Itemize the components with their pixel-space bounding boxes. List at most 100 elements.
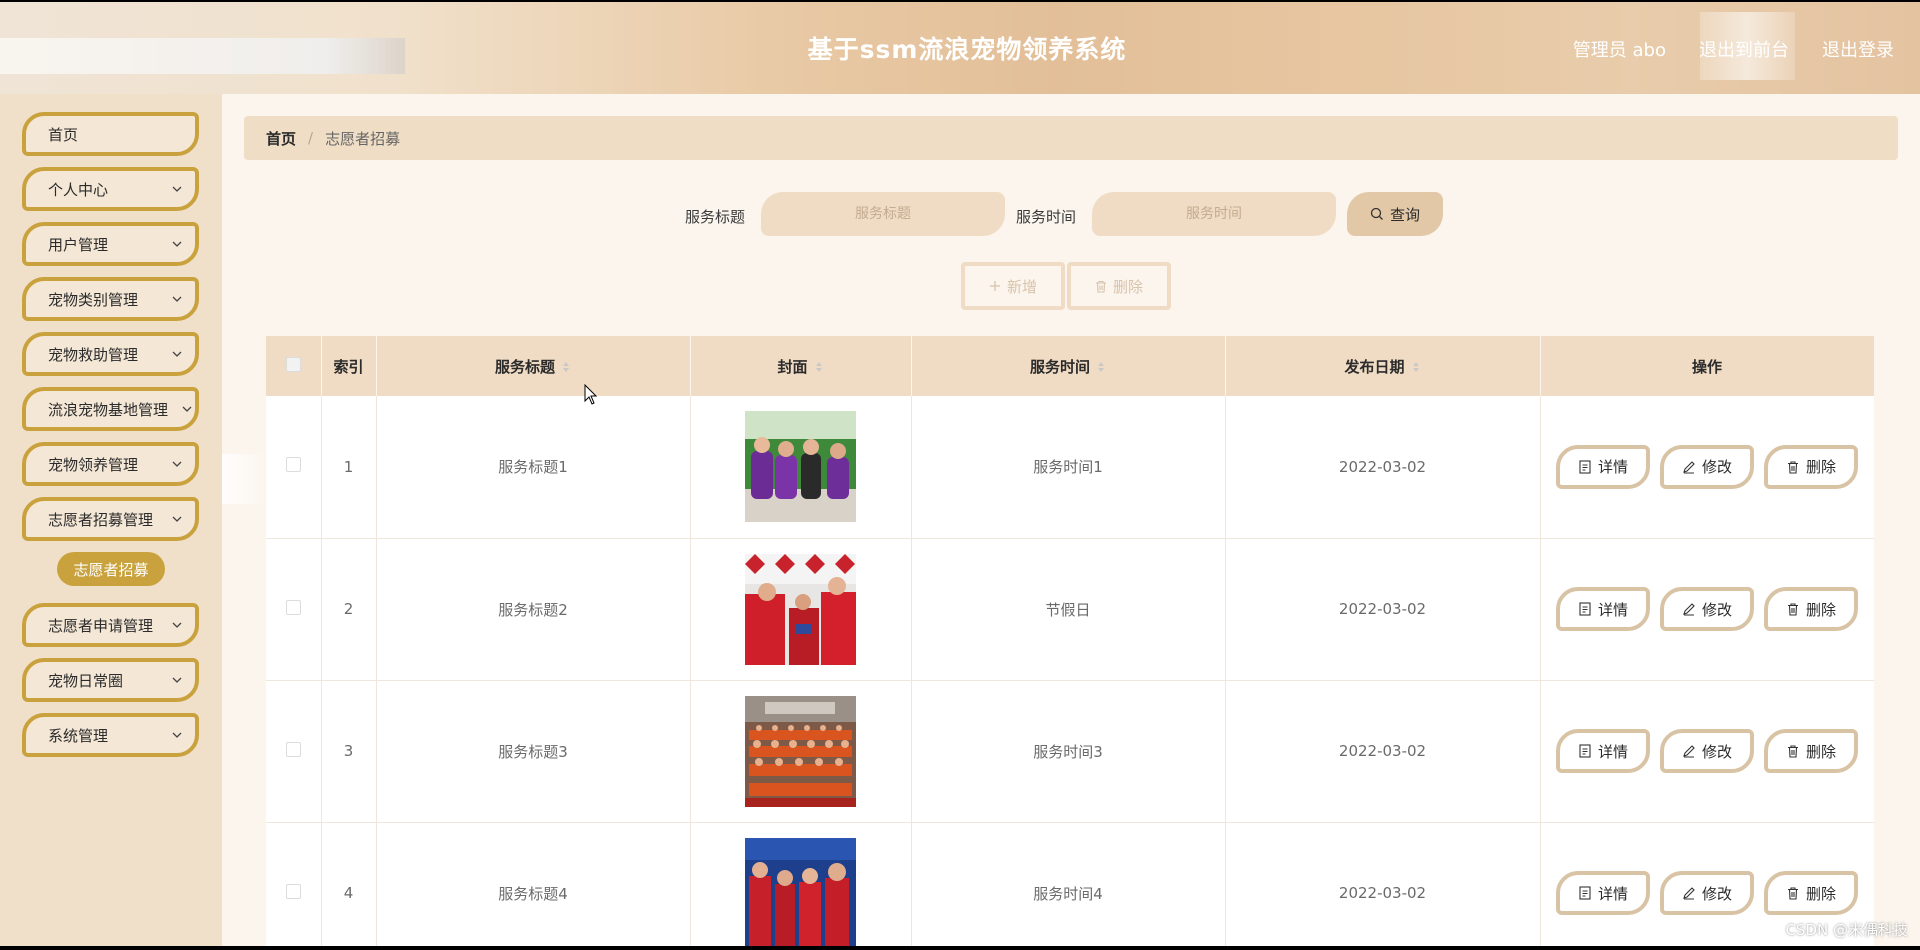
data-table: 索引 服务标题 封面 服务时间 发布日期 操作 1 服务标题1 服务时间1 20… — [266, 336, 1874, 946]
edit-icon — [1683, 745, 1695, 758]
sidebar-item-label: 宠物日常圈 — [48, 671, 124, 690]
detail-button-label: 详情 — [1597, 458, 1628, 477]
detail-button[interactable]: 详情 — [1556, 587, 1650, 631]
select-all-checkbox[interactable] — [285, 356, 301, 372]
row-checkbox[interactable] — [285, 883, 301, 899]
detail-button[interactable]: 详情 — [1556, 871, 1650, 915]
time-search-input[interactable] — [1092, 192, 1336, 236]
sort-icon[interactable] — [1411, 360, 1421, 374]
cover-image[interactable] — [745, 695, 856, 807]
sidebar: 首页 个人中心 用户管理 宠物类别管理 宠物救助管理 流浪宠物基地管理 宠物领养… — [0, 94, 222, 946]
back-to-front-link[interactable]: 退出到前台 — [1699, 36, 1789, 62]
column-header-time[interactable]: 服务时间 — [911, 336, 1226, 396]
chevron-down-icon — [182, 406, 192, 412]
column-header-date[interactable]: 发布日期 — [1225, 336, 1541, 396]
sidebar-item-label: 宠物领养管理 — [48, 455, 139, 474]
top-header: 基于ssm流浪宠物领养系统 管理员 abo 退出到前台 退出登录 — [0, 2, 1920, 94]
sidebar-item-user-management[interactable]: 用户管理 — [22, 222, 199, 266]
logout-link[interactable]: 退出登录 — [1822, 36, 1894, 62]
sort-icon[interactable] — [1096, 360, 1106, 374]
chevron-down-icon — [172, 351, 182, 357]
row-cover-cell — [690, 680, 912, 823]
sidebar-item-pet-rescue[interactable]: 宠物救助管理 — [22, 332, 199, 376]
breadcrumb: 首页 / 志愿者招募 — [244, 116, 1898, 160]
delete-button-label: 删除 — [1805, 742, 1836, 761]
sidebar-item-pet-adoption[interactable]: 宠物领养管理 — [22, 442, 199, 486]
row-time: 服务时间4 — [911, 822, 1226, 946]
edit-button[interactable]: 修改 — [1660, 444, 1754, 489]
sidebar-item-volunteer-apply[interactable]: 志愿者申请管理 — [22, 603, 199, 647]
delete-row-button[interactable]: 删除 — [1764, 729, 1858, 773]
query-button[interactable]: 查询 — [1347, 192, 1443, 236]
detail-button[interactable]: 详情 — [1556, 444, 1650, 489]
header-user-area: 管理员 abo 退出到前台 退出登录 — [1573, 36, 1894, 62]
table-header-row: 索引 服务标题 封面 服务时间 发布日期 操作 — [266, 336, 1874, 396]
row-title: 服务标题3 — [376, 680, 691, 823]
sort-icon[interactable] — [561, 360, 571, 374]
title-search-input[interactable] — [761, 192, 1005, 236]
delete-row-button[interactable]: 删除 — [1764, 871, 1858, 915]
row-actions-cell: 详情 修改 删除 — [1540, 538, 1874, 681]
chevron-up-icon — [172, 516, 182, 522]
submenu-item-volunteer-recruit[interactable]: 志愿者招募 — [57, 552, 165, 586]
add-button[interactable]: 新增 — [961, 262, 1065, 310]
document-icon — [1579, 460, 1591, 474]
document-icon — [1579, 602, 1591, 616]
breadcrumb-home[interactable]: 首页 — [266, 128, 296, 149]
sidebar-item-personal-center[interactable]: 个人中心 — [22, 167, 199, 211]
row-title: 服务标题4 — [376, 822, 691, 946]
row-date: 2022-03-02 — [1225, 396, 1541, 539]
sort-icon[interactable] — [814, 360, 824, 374]
chevron-down-icon — [172, 732, 182, 738]
row-select-cell — [266, 396, 322, 539]
edit-icon — [1683, 603, 1695, 616]
cover-image[interactable] — [745, 553, 856, 665]
trash-icon — [1095, 280, 1106, 293]
row-index: 3 — [321, 680, 377, 823]
delete-row-button[interactable]: 删除 — [1764, 587, 1858, 631]
plus-icon — [989, 281, 1000, 291]
trash-icon — [1787, 887, 1798, 900]
edit-button[interactable]: 修改 — [1660, 587, 1754, 631]
row-checkbox[interactable] — [285, 599, 301, 615]
batch-delete-button[interactable]: 删除 — [1067, 262, 1171, 310]
document-icon — [1579, 886, 1591, 900]
sidebar-item-stray-base[interactable]: 流浪宠物基地管理 — [22, 387, 199, 431]
table-row: 4 服务标题4 服务时间4 2022-03-02 详情 修改 删除 — [266, 822, 1874, 946]
sidebar-item-volunteer-recruit[interactable]: 志愿者招募管理 — [22, 497, 199, 541]
cover-image[interactable] — [745, 837, 856, 947]
decorative-band — [222, 454, 266, 504]
column-header-label: 服务标题 — [494, 357, 555, 376]
trash-icon — [1787, 745, 1798, 758]
chevron-down-icon — [172, 296, 182, 302]
delete-row-button[interactable]: 删除 — [1764, 444, 1858, 489]
sidebar-item-home[interactable]: 首页 — [22, 112, 199, 156]
edit-button[interactable]: 修改 — [1660, 729, 1754, 773]
select-all-cell — [266, 336, 322, 396]
cover-image[interactable] — [745, 411, 856, 523]
column-header-title[interactable]: 服务标题 — [376, 336, 691, 396]
edit-icon — [1683, 887, 1695, 900]
sidebar-item-pet-daily[interactable]: 宠物日常圈 — [22, 658, 199, 702]
column-header-label: 发布日期 — [1344, 357, 1405, 376]
row-checkbox[interactable] — [285, 741, 301, 757]
column-header-cover[interactable]: 封面 — [690, 336, 912, 396]
detail-button[interactable]: 详情 — [1556, 729, 1650, 773]
sidebar-item-system[interactable]: 系统管理 — [22, 713, 199, 757]
detail-button-label: 详情 — [1597, 600, 1628, 619]
trash-icon — [1787, 461, 1798, 474]
chevron-down-icon — [172, 622, 182, 628]
edit-button[interactable]: 修改 — [1660, 871, 1754, 915]
row-cover-cell — [690, 396, 912, 539]
trash-icon — [1787, 603, 1798, 616]
row-select-cell — [266, 538, 322, 681]
row-checkbox[interactable] — [285, 457, 301, 473]
row-actions-cell: 详情 修改 删除 — [1540, 396, 1874, 539]
sidebar-item-label: 个人中心 — [48, 180, 109, 199]
sidebar-item-pet-category[interactable]: 宠物类别管理 — [22, 277, 199, 321]
breadcrumb-separator: / — [308, 129, 314, 147]
sidebar-item-label: 首页 — [48, 125, 79, 144]
column-header-label: 封面 — [777, 357, 808, 376]
chevron-down-icon — [172, 186, 182, 192]
column-header-index: 索引 — [321, 336, 377, 396]
